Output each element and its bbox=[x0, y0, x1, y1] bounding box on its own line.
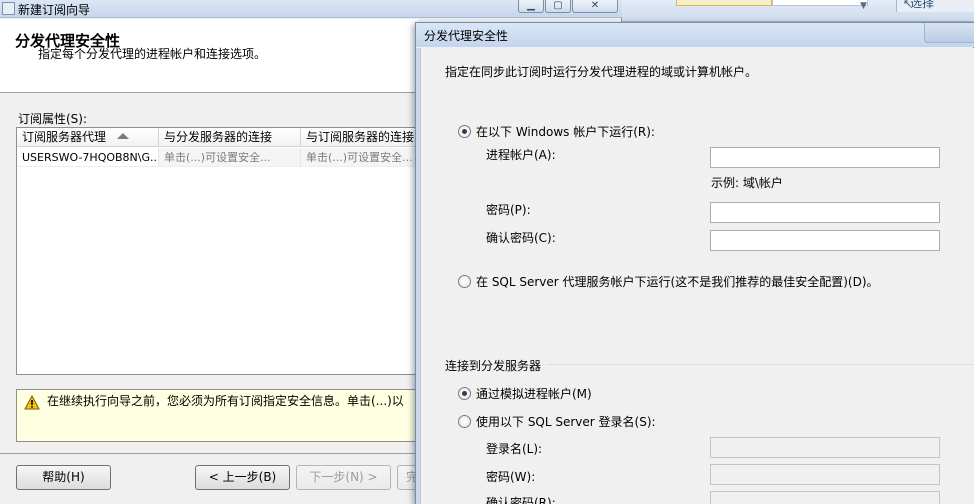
warning-text: 在继续执行向导之前，您必须为所有订阅指定安全信息。单击(...)以 bbox=[47, 394, 404, 408]
table-row-cell-agent[interactable]: USERSWO-7HQOB8N\G... bbox=[17, 148, 159, 167]
background-toolbar-field bbox=[676, 0, 772, 6]
wizard-footer-divider bbox=[0, 453, 418, 454]
column-header-distributor-connection[interactable]: 与分发服务器的连接 bbox=[159, 128, 301, 147]
run-as-agent-service-label[interactable]: 在 SQL Server 代理服务帐户下运行(这不是我们推荐的最佳安全配置)(D… bbox=[476, 273, 879, 290]
help-button[interactable]: 帮助(H) bbox=[16, 465, 111, 490]
confirm-password-input[interactable] bbox=[710, 230, 940, 251]
use-sql-login-label[interactable]: 使用以下 SQL Server 登录名(S): bbox=[476, 413, 656, 430]
login-name-label: 登录名(L): bbox=[486, 442, 543, 456]
login-name-input[interactable] bbox=[710, 437, 940, 458]
subscription-properties-label: 订阅属性(S): bbox=[18, 112, 88, 126]
password-label: 密码(P): bbox=[486, 203, 531, 217]
example-hint: 示例: 域\帐户 bbox=[711, 176, 783, 190]
dialog-description: 指定在同步此订阅时运行分发代理进程的域或计算机帐户。 bbox=[445, 65, 758, 79]
table-row-cell-distributor-connection[interactable]: 单击(...)可设置安全... bbox=[159, 148, 301, 167]
login-confirm-password-label: 确认密码(R): bbox=[486, 496, 556, 504]
use-sql-login-radio[interactable] bbox=[458, 415, 471, 428]
wizard-window-title: 新建订阅向导 bbox=[18, 3, 91, 17]
back-button[interactable]: < 上一步(B) bbox=[195, 465, 290, 490]
page-subtitle: 指定每个分发代理的进程帐户和连接选项。 bbox=[38, 47, 267, 61]
run-as-windows-account-radio[interactable] bbox=[458, 125, 471, 138]
dialog-title: 分发代理安全性 bbox=[424, 29, 509, 43]
login-confirm-password-input[interactable] bbox=[710, 491, 940, 504]
dialog-close-button[interactable] bbox=[924, 23, 974, 43]
sort-ascending-icon bbox=[117, 133, 129, 139]
login-password-input[interactable] bbox=[710, 464, 940, 485]
close-button[interactable]: ✕ bbox=[572, 0, 618, 13]
column-header-subscriber-connection[interactable]: 与订阅服务器的连接 bbox=[301, 128, 419, 147]
table-row-cell-subscriber-connection[interactable]: 单击(...)可设置安全... bbox=[301, 148, 419, 167]
group-divider bbox=[548, 364, 974, 365]
run-as-agent-service-radio[interactable] bbox=[458, 275, 471, 288]
maximize-button[interactable]: ▢ bbox=[545, 0, 571, 13]
process-account-label: 进程帐户(A): bbox=[486, 148, 556, 162]
process-account-input[interactable] bbox=[710, 147, 940, 168]
next-button[interactable]: 下一步(N) > bbox=[296, 465, 391, 490]
impersonate-process-account-radio[interactable] bbox=[458, 387, 471, 400]
subscription-properties-grid[interactable]: 订阅服务器代理 与分发服务器的连接 与订阅服务器的连接 USERSWO-7HQO… bbox=[16, 127, 420, 375]
password-input[interactable] bbox=[710, 202, 940, 223]
login-password-label: 密码(W): bbox=[486, 470, 536, 484]
minimize-button[interactable]: ▁ bbox=[518, 0, 544, 13]
impersonate-process-account-label[interactable]: 通过模拟进程帐户(M) bbox=[476, 385, 592, 402]
warning-icon bbox=[24, 395, 40, 410]
confirm-password-label: 确认密码(C): bbox=[486, 231, 556, 245]
column-header-subscriber-agent[interactable]: 订阅服务器代理 bbox=[17, 128, 159, 147]
run-as-windows-account-label[interactable]: 在以下 Windows 帐户下运行(R): bbox=[476, 123, 655, 140]
connect-to-distributor-group-label: 连接到分发服务器 bbox=[445, 359, 542, 373]
wizard-app-icon bbox=[2, 2, 15, 15]
chevron-down-icon: ▼ bbox=[860, 1, 867, 11]
select-button-label: 选择 bbox=[910, 0, 935, 10]
warning-panel: 在继续执行向导之前，您必须为所有订阅指定安全信息。单击(...)以 bbox=[16, 389, 420, 442]
background-toolbar-field-2 bbox=[772, 0, 868, 6]
